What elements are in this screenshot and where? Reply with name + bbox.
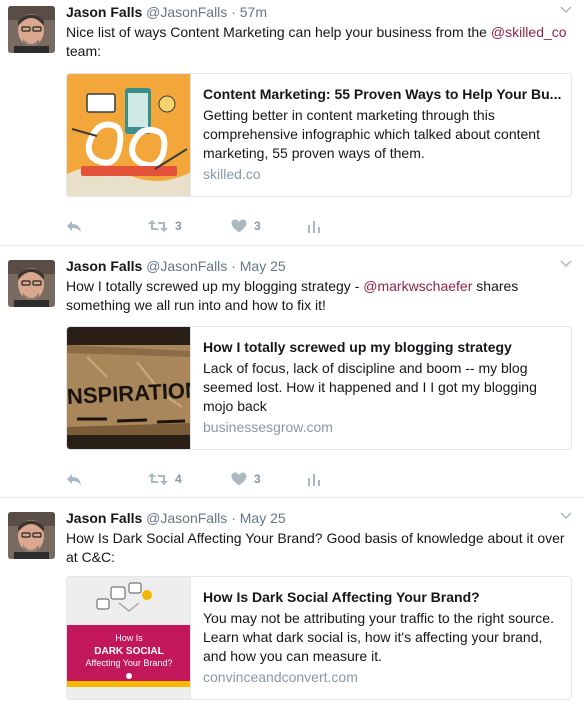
card-image-line2: DARK SOCIAL: [94, 646, 163, 657]
tweet-header: Jason Falls @JasonFalls · 57m: [66, 4, 267, 21]
tweet-text-part: Nice list of ways Content Marketing can …: [66, 24, 491, 40]
card-image-line1: How Is: [115, 633, 143, 643]
chevron-down-icon[interactable]: [560, 509, 572, 521]
retweet-icon: [148, 220, 168, 232]
reply-icon: [67, 221, 81, 232]
card-description: Getting better in content marketing thro…: [203, 107, 540, 161]
card-domain: skilled.co: [203, 166, 261, 182]
card-title[interactable]: How I totally screwed up my blogging str…: [203, 338, 563, 356]
avatar[interactable]: [8, 260, 55, 307]
author-name[interactable]: Jason Falls: [66, 510, 142, 526]
card-domain: convinceandconvert.com: [203, 669, 358, 685]
tweet-text-part: team:: [66, 43, 102, 59]
tweet[interactable]: Jason Falls @JasonFalls · 57m Nice list …: [0, 0, 584, 246]
retweet-button[interactable]: 4: [148, 470, 182, 488]
card-body: How I totally screwed up my blogging str…: [203, 338, 563, 436]
tweet-timestamp[interactable]: 57m: [240, 4, 267, 20]
separator-dot: ·: [231, 4, 236, 20]
tweet-text-part: How Is Dark Social Affecting Your Brand?…: [66, 530, 565, 565]
avatar[interactable]: [8, 512, 55, 559]
author-handle[interactable]: @JasonFalls: [146, 510, 227, 526]
card-body: How Is Dark Social Affecting Your Brand?…: [203, 588, 563, 686]
link-card[interactable]: How Is DARK SOCIAL Affecting Your Brand?…: [66, 576, 572, 700]
reply-button[interactable]: [66, 217, 82, 235]
avatar[interactable]: [8, 6, 55, 53]
author-handle[interactable]: @JasonFalls: [146, 258, 227, 274]
separator-dot: ·: [231, 510, 236, 526]
card-title[interactable]: Content Marketing: 55 Proven Ways to Hel…: [203, 85, 563, 103]
card-description: You may not be attributing your traffic …: [203, 610, 554, 664]
reply-button[interactable]: [66, 470, 82, 488]
card-domain: businessesgrow.com: [203, 419, 333, 435]
tweet-actions: 3 3: [66, 217, 366, 235]
card-body: Content Marketing: 55 Proven Ways to Hel…: [203, 85, 563, 183]
like-button[interactable]: 3: [231, 470, 261, 488]
reply-icon: [67, 474, 81, 485]
retweet-icon: [148, 473, 168, 485]
analytics-button[interactable]: [308, 470, 320, 488]
tweet-text: How Is Dark Social Affecting Your Brand?…: [66, 529, 574, 567]
like-count: 3: [254, 219, 261, 233]
separator-dot: ·: [231, 258, 236, 274]
author-name[interactable]: Jason Falls: [66, 4, 142, 20]
tweet[interactable]: Jason Falls @JasonFalls · May 25 How Is …: [0, 506, 584, 709]
author-handle[interactable]: @JasonFalls: [146, 4, 227, 20]
mention-link[interactable]: @skilled_co: [491, 24, 567, 40]
card-image: INSPIRATION: [67, 327, 191, 449]
tweet-timestamp[interactable]: May 25: [240, 510, 286, 526]
link-card[interactable]: Content Marketing: 55 Proven Ways to Hel…: [66, 73, 572, 197]
chevron-down-icon[interactable]: [560, 3, 572, 15]
like-count: 3: [254, 472, 261, 486]
tweet[interactable]: Jason Falls @JasonFalls · May 25 How I t…: [0, 254, 584, 498]
analytics-icon: [308, 221, 320, 233]
chevron-down-icon[interactable]: [560, 257, 572, 269]
author-name[interactable]: Jason Falls: [66, 258, 142, 274]
analytics-icon: [308, 474, 320, 486]
tweet-text: Nice list of ways Content Marketing can …: [66, 23, 574, 61]
link-card[interactable]: INSPIRATION How I totally screwed up my …: [66, 326, 572, 450]
card-image-line3: Affecting Your Brand?: [86, 658, 173, 668]
tweet-timestamp[interactable]: May 25: [240, 258, 286, 274]
retweet-button[interactable]: 3: [148, 217, 182, 235]
mention-link[interactable]: @markwschaefer: [363, 278, 472, 294]
like-button[interactable]: 3: [231, 217, 261, 235]
tweet-header: Jason Falls @JasonFalls · May 25: [66, 510, 286, 527]
card-image: How Is DARK SOCIAL Affecting Your Brand?: [67, 577, 191, 699]
tweet-text-part: How I totally screwed up my blogging str…: [66, 278, 364, 294]
card-image: [67, 74, 191, 196]
card-description: Lack of focus, lack of discipline and bo…: [203, 360, 537, 414]
retweet-count: 4: [175, 472, 182, 486]
card-title[interactable]: How Is Dark Social Affecting Your Brand?: [203, 588, 563, 606]
heart-icon: [231, 472, 247, 486]
tweet-text: How I totally screwed up my blogging str…: [66, 277, 574, 315]
tweet-actions: 4 3: [66, 470, 366, 488]
analytics-button[interactable]: [308, 217, 320, 235]
retweet-count: 3: [175, 219, 182, 233]
tweet-header: Jason Falls @JasonFalls · May 25: [66, 258, 286, 275]
heart-icon: [231, 219, 247, 233]
